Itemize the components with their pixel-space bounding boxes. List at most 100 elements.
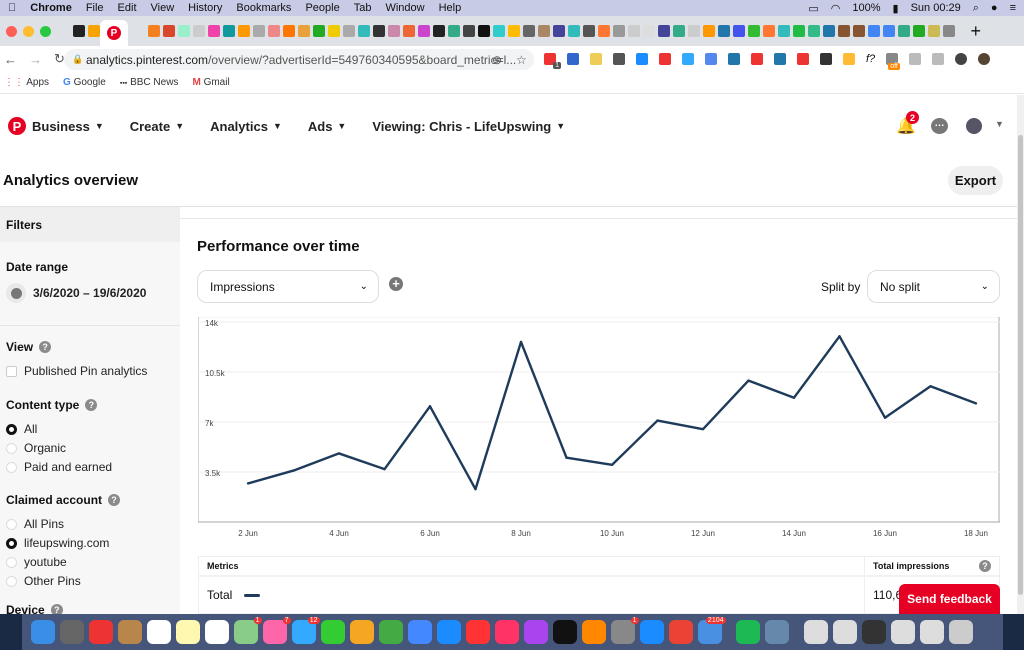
pinned-tab-favicon-icon[interactable]	[628, 25, 640, 37]
dock-app-icon[interactable]	[832, 620, 857, 644]
zoom-window-button[interactable]	[40, 25, 51, 37]
menu-window[interactable]: Window	[385, 2, 424, 14]
dock-app-icon[interactable]: 7	[262, 617, 291, 644]
clock[interactable]: Sun 00:29	[911, 2, 961, 14]
nav-create[interactable]: Create ▼	[130, 119, 184, 134]
forward-icon[interactable]: →	[29, 52, 42, 67]
pinned-tab-favicon-icon[interactable]	[598, 25, 610, 37]
extension-icon[interactable]	[797, 53, 809, 65]
send-feedback-button[interactable]: Send feedback	[899, 584, 1000, 614]
pinned-tab-favicon-icon[interactable]	[178, 25, 190, 37]
extension-icon[interactable]	[682, 53, 694, 65]
battery-icon[interactable]: ▮	[893, 2, 899, 15]
dock-app-icon[interactable]	[639, 620, 664, 644]
dock-app-icon[interactable]	[919, 620, 944, 644]
extension-icon[interactable]	[843, 53, 855, 65]
bookmark-google[interactable]: G Google	[63, 77, 106, 88]
pinned-tab-favicon-icon[interactable]	[763, 25, 775, 37]
wifi-icon[interactable]: ◠	[831, 2, 841, 15]
bookmark-star-icon[interactable]: ☆	[516, 53, 527, 67]
dock-app-icon[interactable]	[378, 620, 403, 644]
extension-icon[interactable]	[567, 53, 579, 65]
pinned-tab-favicon-icon[interactable]	[643, 25, 655, 37]
dock-app-icon[interactable]	[117, 620, 142, 644]
pinned-tab-favicon-icon[interactable]	[193, 25, 205, 37]
bookmark-bbc[interactable]: ▪▪▪ BBC News	[120, 77, 179, 88]
dock-app-icon[interactable]	[668, 620, 693, 644]
extension-icon[interactable]	[659, 53, 671, 65]
pinned-tab-favicon-icon[interactable]	[163, 25, 175, 37]
pinned-tab-favicon-icon[interactable]	[433, 25, 445, 37]
split-dropdown[interactable]: No split ⌄	[867, 270, 1000, 303]
extension-icon[interactable]	[751, 53, 763, 65]
messages-icon[interactable]: …	[931, 118, 948, 134]
pinterest-logo-icon[interactable]: P	[8, 117, 26, 135]
dock-app-icon[interactable]	[436, 620, 461, 644]
extension-icon[interactable]	[955, 53, 968, 65]
checkbox[interactable]	[6, 365, 17, 377]
extension-icon[interactable]	[932, 53, 945, 65]
menu-view[interactable]: View	[151, 2, 175, 14]
help-icon[interactable]: ?	[39, 341, 52, 353]
published-pin-checkbox[interactable]: Published Pin analytics	[6, 364, 147, 378]
radio[interactable]	[6, 556, 17, 568]
menu-tab[interactable]: Tab	[354, 2, 372, 14]
add-metric-icon[interactable]: +	[389, 277, 403, 291]
help-icon[interactable]: ?	[85, 399, 98, 411]
minimize-window-button[interactable]	[23, 25, 34, 37]
menu-history[interactable]: History	[188, 2, 222, 14]
back-icon[interactable]: ←	[4, 52, 17, 67]
extension-icon[interactable]: off	[886, 53, 900, 70]
dock-app-icon[interactable]	[581, 620, 606, 644]
nav-analytics[interactable]: Analytics ▼	[210, 119, 282, 134]
pinned-tab-favicon-icon[interactable]	[898, 25, 910, 37]
pinned-tab-favicon-icon[interactable]	[283, 25, 295, 37]
dock-app-icon[interactable]: 1	[233, 617, 262, 644]
dock-app-icon[interactable]	[59, 620, 84, 644]
pinned-tab-favicon-icon[interactable]	[463, 25, 475, 37]
menu-edit[interactable]: Edit	[118, 2, 137, 14]
extension-icon[interactable]	[705, 53, 717, 65]
pinned-tab-favicon-icon[interactable]	[793, 25, 805, 37]
new-tab-button[interactable]: +	[971, 21, 982, 42]
pinned-tab-favicon-icon[interactable]	[448, 25, 460, 37]
pinned-tab-favicon-icon[interactable]	[493, 25, 505, 37]
account-chevron-icon[interactable]: ▼	[995, 119, 1004, 129]
pinned-tab-favicon-icon[interactable]	[808, 25, 820, 37]
dock-app-icon[interactable]	[765, 620, 789, 644]
pinned-tab-favicon-icon[interactable]	[913, 25, 925, 37]
pinned-tab-favicon-icon[interactable]	[613, 25, 625, 37]
pinned-tab-favicon-icon[interactable]	[253, 25, 265, 37]
bookmark-gmail[interactable]: M Gmail	[192, 77, 229, 88]
claimed-other-pins[interactable]: Other Pins	[6, 574, 81, 588]
dock-app-icon[interactable]	[407, 620, 432, 644]
extension-icon[interactable]	[590, 53, 602, 65]
pinned-tab-favicon-icon[interactable]	[583, 25, 595, 37]
pinned-tab-favicon-icon[interactable]	[523, 25, 535, 37]
pinned-tab-favicon-icon[interactable]	[148, 25, 160, 37]
extension-icon[interactable]	[820, 53, 832, 65]
pinned-tab-favicon-icon[interactable]	[568, 25, 580, 37]
dock-app-icon[interactable]: 12	[291, 617, 320, 644]
radio[interactable]	[6, 575, 17, 587]
nav-ads[interactable]: Ads ▼	[308, 119, 346, 134]
pinned-tab-favicon-icon[interactable]	[358, 25, 370, 37]
pinned-tab-favicon-icon[interactable]	[223, 25, 235, 37]
pinned-tab-favicon-icon[interactable]	[508, 25, 520, 37]
menu-bookmarks[interactable]: Bookmarks	[236, 2, 291, 14]
dock-app-icon[interactable]: 2104	[697, 617, 726, 644]
help-icon[interactable]: ?	[108, 494, 121, 506]
pinned-tab-favicon-icon[interactable]	[703, 25, 715, 37]
extension-icon[interactable]	[613, 53, 625, 65]
dock-app-icon[interactable]	[803, 620, 828, 644]
pinned-tab-favicon-icon[interactable]	[688, 25, 700, 37]
radio[interactable]	[6, 518, 17, 530]
close-window-button[interactable]	[6, 25, 17, 37]
pinned-tab-favicon-icon[interactable]	[268, 25, 280, 37]
pinned-tab-favicon-icon[interactable]	[72, 25, 85, 37]
pinned-tab-favicon-icon[interactable]	[298, 25, 310, 37]
pinned-tab-favicon-icon[interactable]	[418, 25, 430, 37]
extension-icon[interactable]	[636, 53, 648, 65]
bookmark-apps[interactable]: ⋮⋮ Apps	[4, 77, 49, 88]
claimed-lifeupswing[interactable]: lifeupswing.com	[6, 536, 109, 550]
